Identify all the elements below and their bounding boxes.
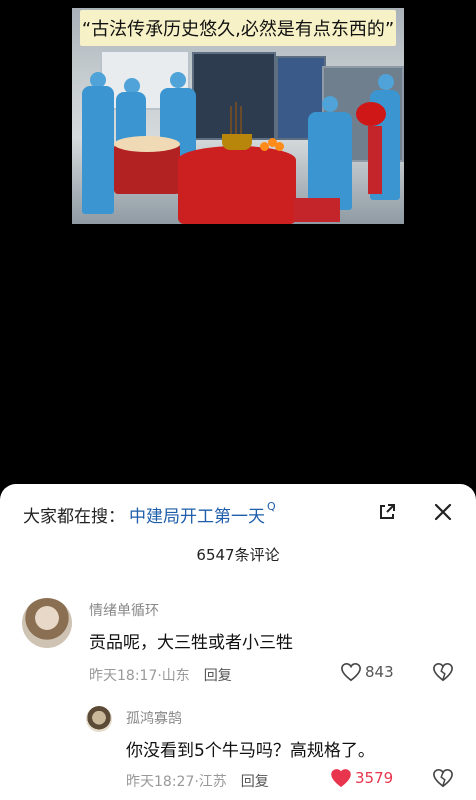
orange-offering xyxy=(275,142,284,151)
broken-heart-icon xyxy=(433,662,453,682)
heart-outline-icon xyxy=(341,662,361,682)
comment-meta: 昨天18:27·江苏 回复 xyxy=(126,771,269,791)
altar-table xyxy=(178,146,296,224)
close-button[interactable] xyxy=(425,494,461,530)
comment-text: 你没看到5个牛马吗？高规格了。 xyxy=(126,741,375,761)
like-button[interactable]: 843 xyxy=(340,662,394,682)
expand-icon xyxy=(380,504,395,519)
like-count: 3579 xyxy=(355,769,394,787)
red-ribbon-flower xyxy=(356,102,386,126)
close-icon xyxy=(434,503,452,521)
dislike-button[interactable] xyxy=(432,662,454,686)
comment-count: 6547条评论 xyxy=(196,546,280,564)
post-image[interactable]: “古法传承历史悠久,必然是有点东西的” xyxy=(72,8,404,224)
comment-username[interactable]: 孤鸿寡鹄 xyxy=(126,708,182,728)
incense-stick xyxy=(230,106,232,136)
incense-stick xyxy=(235,102,237,136)
comment-time-location: 昨天18:27·江苏 xyxy=(126,774,227,790)
like-button[interactable]: 3579 xyxy=(330,768,393,788)
broken-heart-icon xyxy=(433,768,453,788)
like-count: 843 xyxy=(365,663,394,681)
avatar[interactable] xyxy=(22,598,72,648)
heart-filled-icon xyxy=(331,769,351,788)
trending-search[interactable]: 大家都在搜： 中建局开工第一天 Q xyxy=(23,500,276,528)
reply-button[interactable]: 回复 xyxy=(204,665,232,685)
trending-search-prefix: 大家都在搜： xyxy=(23,506,125,527)
comment-username[interactable]: 情绪单循环 xyxy=(89,600,159,620)
image-caption: “古法传承历史悠久,必然是有点东西的” xyxy=(80,10,396,46)
dislike-button[interactable] xyxy=(432,768,454,792)
trending-search-term[interactable]: 中建局开工第一天 xyxy=(129,502,265,527)
drum-head xyxy=(114,136,180,152)
red-ribbon xyxy=(368,126,382,194)
avatar[interactable] xyxy=(86,706,112,732)
comment-text: 贡品呢，大三牲或者小三牲 xyxy=(89,633,293,653)
comment-time-location: 昨天18:17·山东 xyxy=(89,668,190,684)
comment-meta: 昨天18:17·山东 回复 xyxy=(89,665,232,685)
expand-button[interactable] xyxy=(369,494,405,530)
search-badge: Q xyxy=(267,500,276,513)
reply-button[interactable]: 回复 xyxy=(241,771,269,791)
incense-stick xyxy=(240,106,242,136)
background-machine xyxy=(192,52,276,140)
comments-sheet: 大家都在搜： 中建局开工第一天 Q 6547条评论 情绪单循环 贡品呢，大三牲或… xyxy=(0,484,476,800)
kneeling-cushion xyxy=(294,198,340,222)
incense-burner xyxy=(222,134,252,150)
